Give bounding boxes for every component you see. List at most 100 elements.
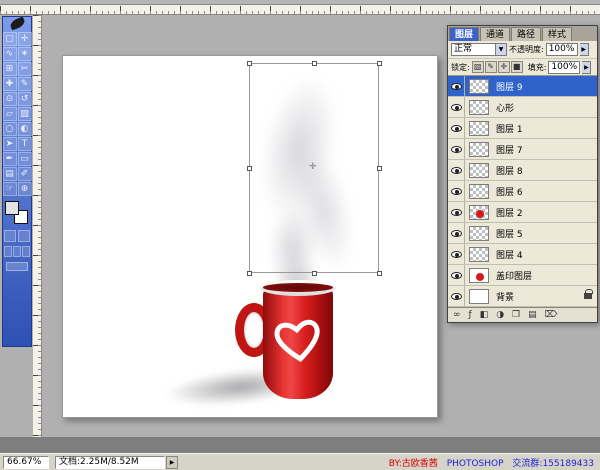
zoom-level-field[interactable]: 66.67% [3, 456, 49, 469]
fullscreen-menu-button[interactable] [13, 246, 21, 257]
eye-icon[interactable] [451, 272, 462, 279]
layer-row[interactable]: 图层 1 [448, 118, 597, 139]
standard-mode-button[interactable] [4, 230, 16, 242]
transform-handle[interactable] [377, 61, 382, 66]
visibility-cell[interactable] [448, 223, 465, 243]
document-canvas[interactable]: ✛ [62, 55, 438, 418]
tool-button[interactable]: ✛ [18, 32, 32, 46]
visibility-cell[interactable] [448, 244, 465, 264]
tool-button[interactable]: ✐ [18, 167, 32, 181]
lock-toggle-icon[interactable]: ▨ [472, 61, 484, 73]
layer-row[interactable]: 图层 6 [448, 181, 597, 202]
layer-row[interactable]: 图层 9 [448, 76, 597, 97]
layers-action-icon[interactable]: ▤ [528, 310, 537, 320]
eye-icon[interactable] [451, 146, 462, 153]
fill-slider-arrow-icon[interactable]: ▶ [582, 61, 591, 74]
palette-tab[interactable]: 样式 [542, 27, 572, 41]
layers-action-icon[interactable]: ◧ [480, 310, 489, 320]
eye-icon[interactable] [451, 209, 462, 216]
eye-icon[interactable] [451, 167, 462, 174]
tool-button[interactable]: T [18, 137, 32, 151]
tool-button[interactable]: ▢ [3, 32, 17, 46]
lock-toggle-icon[interactable]: ■ [511, 61, 523, 73]
layers-action-icon[interactable]: ❐ [512, 310, 520, 320]
blend-mode-select[interactable]: 正常 ▼ [451, 43, 507, 56]
tool-button[interactable]: ○ [3, 122, 17, 136]
layer-row[interactable]: 图层 5 [448, 223, 597, 244]
fill-input[interactable]: 100% [548, 61, 580, 74]
palette-tab[interactable]: 路径 [511, 27, 541, 41]
toolbar-grip[interactable] [3, 17, 31, 30]
palette-tab[interactable]: 图层 [449, 27, 479, 41]
transform-handle[interactable] [312, 271, 317, 276]
tool-button[interactable]: ▨ [18, 107, 32, 121]
quick-mask-mode-button[interactable] [18, 230, 30, 242]
transform-selection-box[interactable]: ✛ [249, 63, 379, 273]
tool-button[interactable]: ✂ [18, 62, 32, 76]
lock-toggle-icon[interactable]: ✛ [498, 61, 510, 73]
tool-button[interactable]: ➤ [3, 137, 17, 151]
eye-icon[interactable] [451, 293, 462, 300]
visibility-cell[interactable] [448, 76, 465, 96]
layer-row[interactable]: 心形 [448, 97, 597, 118]
tool-button[interactable]: ✎ [18, 77, 32, 91]
vertical-ruler[interactable] [33, 15, 42, 437]
imageready-button[interactable] [6, 262, 28, 271]
status-menu-arrow-icon[interactable]: ▶ [166, 456, 178, 469]
foreground-color-swatch[interactable] [5, 201, 19, 215]
layer-row[interactable]: 图层 4 [448, 244, 597, 265]
tool-button[interactable]: ✒ [3, 152, 17, 166]
layers-action-icon[interactable]: ⌦ [545, 310, 558, 320]
fullscreen-button[interactable] [22, 246, 30, 257]
layer-row[interactable]: 盖印图层 [448, 265, 597, 286]
tool-button[interactable]: ✶ [18, 47, 32, 61]
eye-icon[interactable] [451, 83, 462, 90]
visibility-cell[interactable] [448, 181, 465, 201]
visibility-cell[interactable] [448, 286, 465, 306]
layer-row[interactable]: 图层 7 [448, 139, 597, 160]
eye-icon[interactable] [451, 230, 462, 237]
visibility-cell[interactable] [448, 265, 465, 285]
visibility-cell[interactable] [448, 139, 465, 159]
tool-button[interactable]: ✚ [3, 77, 17, 91]
visibility-cell[interactable] [448, 202, 465, 222]
layer-row[interactable]: 图层 2 [448, 202, 597, 223]
transform-handle[interactable] [247, 271, 252, 276]
tool-button[interactable]: ▤ [3, 167, 17, 181]
tool-button[interactable]: ⊙ [3, 92, 17, 106]
transform-handle[interactable] [312, 61, 317, 66]
tool-button[interactable]: ▱ [3, 107, 17, 121]
layers-action-icon[interactable]: ƒ [469, 310, 472, 320]
tool-button[interactable]: ↺ [18, 92, 32, 106]
eye-icon[interactable] [451, 251, 462, 258]
opacity-input[interactable]: 100% [546, 43, 578, 56]
tool-button[interactable]: ▭ [18, 152, 32, 166]
eye-icon[interactable] [451, 125, 462, 132]
eye-icon[interactable] [451, 104, 462, 111]
layer-row[interactable]: 图层 8 [448, 160, 597, 181]
visibility-cell[interactable] [448, 118, 465, 138]
photoshop-window: ✛ ▢ ✛ ∿ ✶ ⊞ ✂ ✚ ✎ [0, 0, 600, 470]
tool-button[interactable]: ☞ [3, 182, 17, 196]
visibility-cell[interactable] [448, 160, 465, 180]
standard-screen-button[interactable] [4, 246, 12, 257]
palette-tab[interactable]: 通道 [480, 27, 510, 41]
layer-thumbnail [469, 121, 489, 136]
chevron-down-icon[interactable]: ▼ [495, 44, 506, 55]
transform-handle[interactable] [247, 166, 252, 171]
opacity-slider-arrow-icon[interactable]: ▶ [580, 43, 589, 56]
transform-handle[interactable] [247, 61, 252, 66]
transform-handle[interactable] [377, 166, 382, 171]
tool-button[interactable]: ◐ [18, 122, 32, 136]
layers-action-icon[interactable]: ◑ [496, 310, 504, 320]
layer-row[interactable]: 背景 [448, 286, 597, 307]
eye-icon[interactable] [451, 188, 462, 195]
transform-handle[interactable] [377, 271, 382, 276]
layers-action-icon[interactable]: ∞ [453, 310, 461, 320]
horizontal-ruler[interactable] [0, 4, 600, 15]
visibility-cell[interactable] [448, 97, 465, 117]
lock-toggle-icon[interactable]: ✎ [485, 61, 497, 73]
tool-button[interactable]: ⊕ [18, 182, 32, 196]
tool-button[interactable]: ∿ [3, 47, 17, 61]
tool-button[interactable]: ⊞ [3, 62, 17, 76]
